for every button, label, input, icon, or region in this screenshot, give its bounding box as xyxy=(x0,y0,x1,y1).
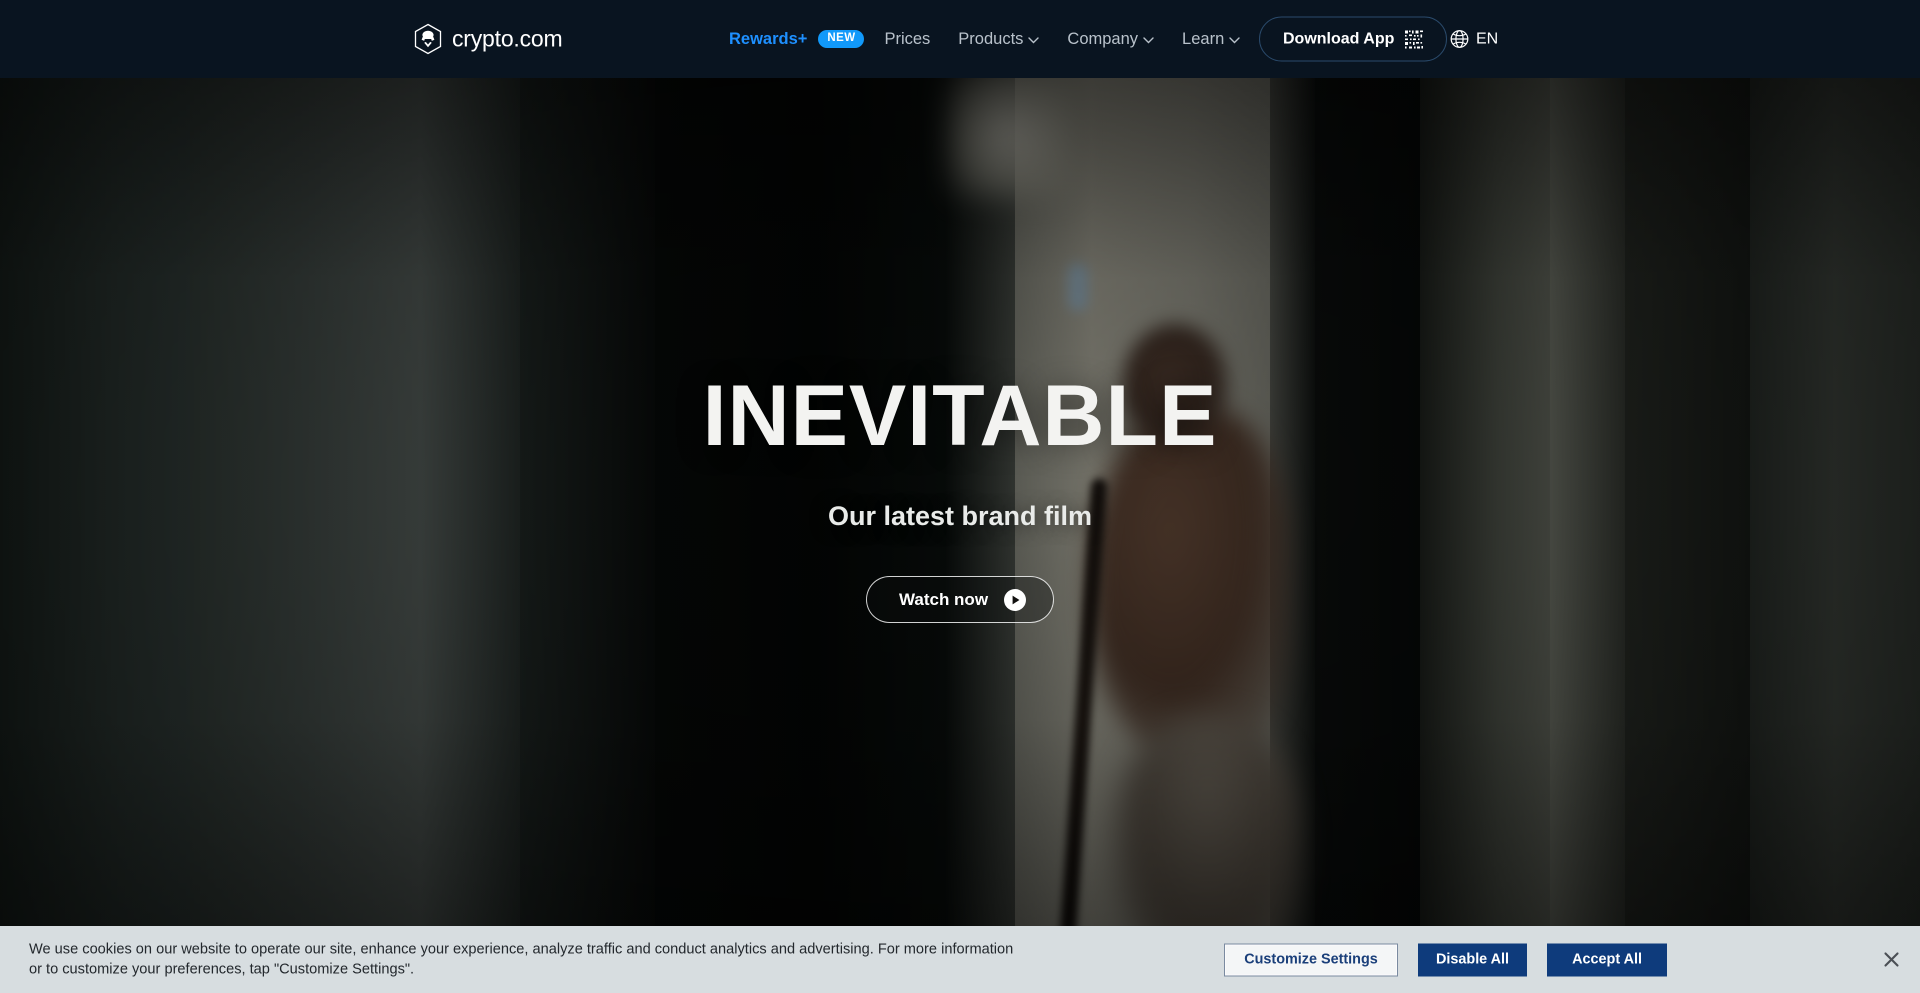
brand-name-label: crypto.com xyxy=(452,25,563,52)
primary-nav-links: Rewards+ NEW Prices Products Company Lea… xyxy=(715,19,1254,59)
cookie-consent-banner: We use cookies on our website to operate… xyxy=(0,926,1920,993)
hero-title: INEVITABLE xyxy=(702,368,1218,464)
download-app-button[interactable]: Download App xyxy=(1259,16,1448,62)
download-app-label: Download App xyxy=(1283,30,1395,47)
hero-content: INEVITABLE Our latest brand film Watch n… xyxy=(0,78,1920,993)
watch-now-button[interactable]: Watch now xyxy=(865,576,1055,623)
chevron-down-icon xyxy=(1028,35,1040,44)
nav-item-rewards-plus[interactable]: Rewards+ NEW xyxy=(715,19,870,59)
crypto-com-lion-hexagon-logo-icon xyxy=(414,23,442,55)
nav-item-products[interactable]: Products xyxy=(944,19,1053,59)
nav-item-products-label: Products xyxy=(958,29,1024,48)
accept-all-button[interactable]: Accept All xyxy=(1547,943,1668,976)
nav-item-rewards-plus-label: Rewards+ xyxy=(729,29,808,48)
qr-code-icon xyxy=(1405,30,1424,48)
globe-icon xyxy=(1450,30,1469,49)
cookie-message: We use cookies on our website to operate… xyxy=(29,940,1014,978)
close-icon xyxy=(1883,952,1899,967)
nav-item-learn-label: Learn xyxy=(1182,29,1225,48)
nav-item-company-label: Company xyxy=(1067,29,1139,48)
cookie-actions: Customize Settings Disable All Accept Al… xyxy=(1224,943,1668,976)
top-navigation-bar: crypto.com Rewards+ NEW Prices Products … xyxy=(0,0,1920,78)
language-label: EN xyxy=(1476,30,1499,47)
nav-item-prices[interactable]: Prices xyxy=(870,19,944,59)
nav-item-prices-label: Prices xyxy=(884,29,931,48)
nav-item-learn[interactable]: Learn xyxy=(1168,19,1254,59)
brand-logo-link[interactable]: crypto.com xyxy=(414,23,563,55)
cookie-close-button[interactable] xyxy=(1878,947,1904,973)
watch-now-label: Watch now xyxy=(898,589,989,609)
customize-settings-button[interactable]: Customize Settings xyxy=(1224,943,1398,976)
hero-section: INEVITABLE Our latest brand film Watch n… xyxy=(0,78,1920,993)
chevron-down-icon xyxy=(1143,35,1154,44)
chevron-down-icon xyxy=(1229,35,1240,44)
disable-all-button[interactable]: Disable All xyxy=(1418,943,1528,976)
nav-item-company[interactable]: Company xyxy=(1053,19,1168,59)
nav-badge-new: NEW xyxy=(818,30,865,48)
hero-subtitle: Our latest brand film xyxy=(827,501,1093,531)
play-circle-icon xyxy=(1004,588,1027,611)
language-selector[interactable]: EN xyxy=(1450,30,1498,49)
